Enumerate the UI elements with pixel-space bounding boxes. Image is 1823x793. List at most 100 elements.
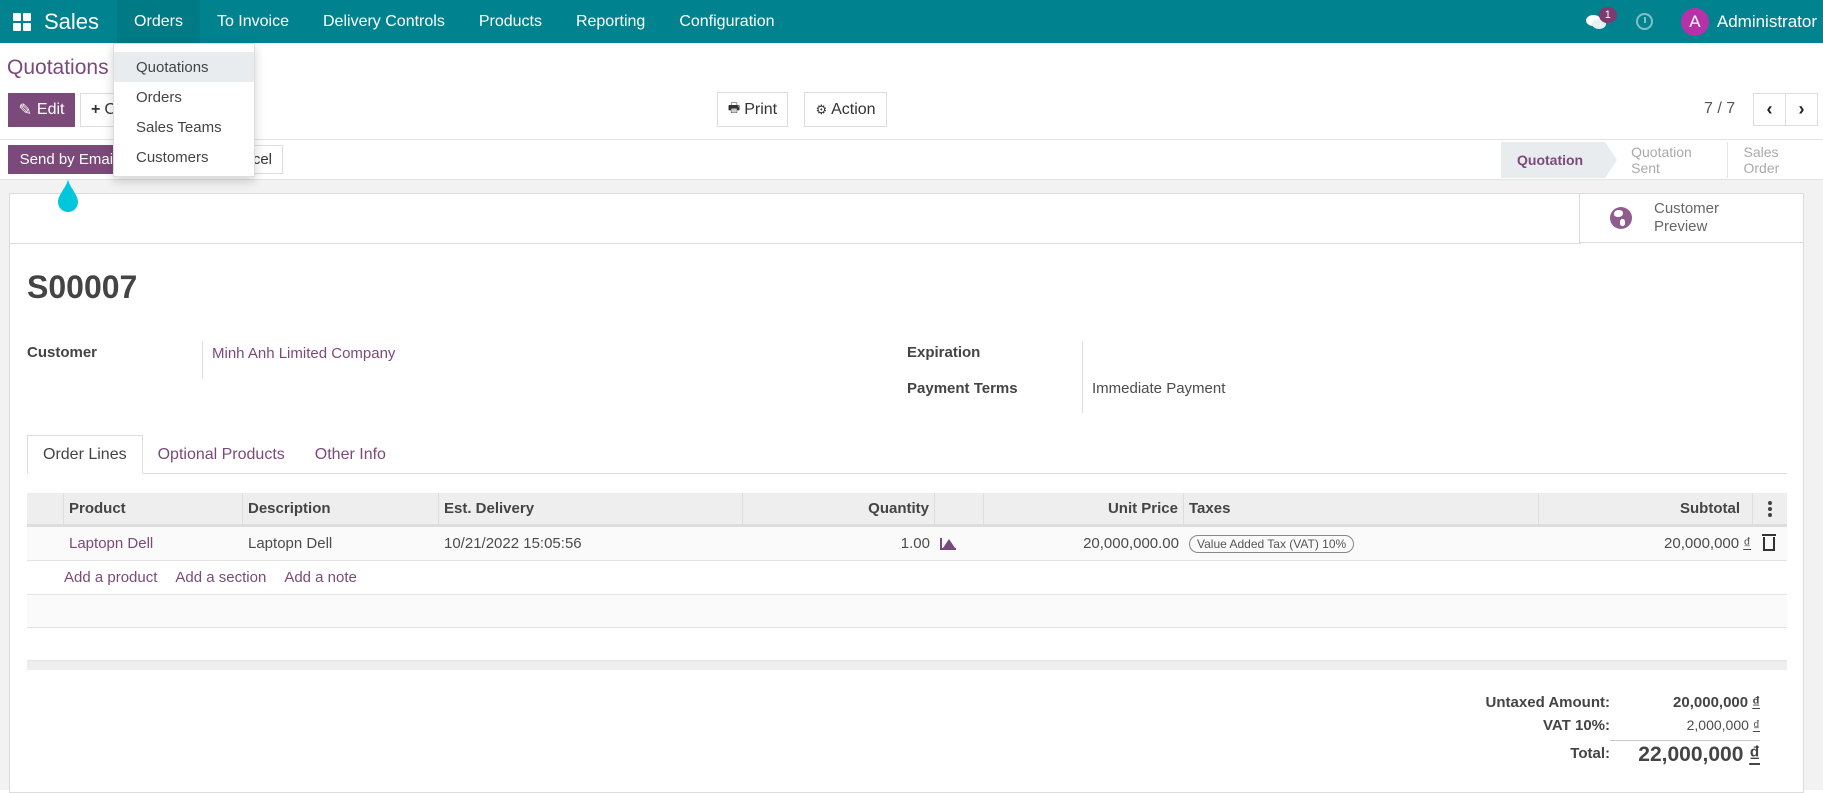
forecast-graph-icon[interactable] xyxy=(940,538,956,550)
menu-products[interactable]: Products xyxy=(462,0,559,43)
untaxed-amount-value: 20,000,000 xyxy=(1673,694,1748,711)
cell-subtotal: 20,000,000 xyxy=(1664,535,1739,552)
order-name: S00007 xyxy=(27,269,137,306)
tab-other-info[interactable]: Other Info xyxy=(300,435,401,474)
add-line-row: Add a product Add a section Add a note xyxy=(27,561,1787,595)
table-header: Product Description Est. Delivery Quanti… xyxy=(27,493,1787,527)
tax-tag[interactable]: Value Added Tax (VAT) 10% xyxy=(1189,535,1354,553)
menu-to-invoice[interactable]: To Invoice xyxy=(200,0,306,43)
vat-value: 2,000,000 xyxy=(1687,717,1749,733)
vat-label: VAT 10%: xyxy=(1410,717,1610,734)
printer-icon: 🖶 xyxy=(728,99,740,121)
menu-delivery-controls[interactable]: Delivery Controls xyxy=(306,0,462,43)
chevron-right-icon: › xyxy=(1799,99,1805,120)
currency-symbol: ₫ xyxy=(1743,535,1751,552)
dropdown-item-customers[interactable]: Customers xyxy=(114,142,254,172)
untaxed-amount-label: Untaxed Amount: xyxy=(1410,694,1610,711)
divider xyxy=(10,243,1581,244)
total-label: Total: xyxy=(1410,745,1610,762)
cell-unit-price[interactable]: 20,000,000.00 xyxy=(984,527,1184,561)
status-bar: Quotation Quotation Sent Sales Order xyxy=(1501,142,1823,178)
column-unit-price[interactable]: Unit Price xyxy=(984,493,1184,524)
dropdown-item-quotations[interactable]: Quotations xyxy=(114,52,254,82)
form-sheet: Customer Preview S00007 Customer Minh An… xyxy=(9,193,1804,793)
pencil-icon: ✎ xyxy=(19,100,32,120)
trash-icon[interactable] xyxy=(1763,537,1775,551)
plus-icon: + xyxy=(91,101,100,119)
cell-product[interactable]: Laptopn Dell xyxy=(64,527,243,561)
edit-label: Edit xyxy=(37,101,65,119)
cell-est-delivery[interactable]: 10/21/2022 15:05:56 xyxy=(439,527,743,561)
tab-optional-products[interactable]: Optional Products xyxy=(143,435,300,474)
tour-tip-droplet-icon[interactable] xyxy=(56,178,80,214)
expiration-value[interactable] xyxy=(1092,344,1292,362)
app-name: Sales xyxy=(44,9,99,35)
chat-badge: 1 xyxy=(1599,7,1617,23)
stage-quotation[interactable]: Quotation xyxy=(1501,142,1605,178)
order-lines-table: Product Description Est. Delivery Quanti… xyxy=(27,493,1787,670)
pager-next-button[interactable]: › xyxy=(1785,93,1818,126)
orders-dropdown-menu: Quotations Orders Sales Teams Customers xyxy=(113,43,255,177)
payment-terms-label: Payment Terms xyxy=(907,380,1018,397)
stage-sales-order[interactable]: Sales Order xyxy=(1727,142,1823,178)
currency-symbol: ₫ xyxy=(1749,743,1760,766)
top-navbar: Sales Orders To Invoice Delivery Control… xyxy=(0,0,1823,43)
column-description[interactable]: Description xyxy=(243,493,439,524)
divider xyxy=(0,139,1823,140)
add-section-link[interactable]: Add a section xyxy=(175,569,266,586)
dropdown-item-orders[interactable]: Orders xyxy=(114,82,254,112)
user-name[interactable]: Administrator xyxy=(1717,12,1817,32)
divider xyxy=(1082,341,1083,413)
print-button[interactable]: 🖶Print xyxy=(717,92,788,127)
print-label: Print xyxy=(744,101,777,119)
notebook-tabs: Order Lines Optional Products Other Info xyxy=(27,435,1787,474)
menu-configuration[interactable]: Configuration xyxy=(662,0,791,43)
column-est-delivery[interactable]: Est. Delivery xyxy=(439,493,743,524)
add-product-link[interactable]: Add a product xyxy=(64,569,157,586)
divider xyxy=(202,341,203,379)
action-button[interactable]: ⚙Action xyxy=(804,92,887,127)
edit-button[interactable]: ✎ Edit xyxy=(8,93,75,127)
pager-previous-button[interactable]: ‹ xyxy=(1753,93,1786,126)
currency-symbol: ₫ xyxy=(1752,694,1760,711)
total-value: 22,000,000 xyxy=(1638,743,1743,766)
menu-orders[interactable]: Orders xyxy=(117,0,200,43)
gear-icon: ⚙ xyxy=(815,102,827,118)
table-footer xyxy=(27,661,1787,670)
breadcrumb[interactable]: Quotations / xyxy=(7,56,120,80)
stage-quotation-sent[interactable]: Quotation Sent xyxy=(1605,142,1726,178)
chat-icon[interactable]: 1 xyxy=(1586,13,1608,31)
tab-order-lines[interactable]: Order Lines xyxy=(27,435,143,474)
add-note-link[interactable]: Add a note xyxy=(284,569,357,586)
empty-row xyxy=(27,595,1787,628)
column-forecast xyxy=(935,493,984,524)
column-product[interactable]: Product xyxy=(64,493,243,524)
kebab-icon xyxy=(1768,501,1772,517)
order-totals: Untaxed Amount: 20,000,000 ₫ VAT 10%: 2,… xyxy=(1380,694,1760,773)
column-subtotal[interactable]: Subtotal xyxy=(1539,493,1753,524)
apps-menu-button[interactable] xyxy=(0,0,44,43)
pager-value[interactable]: 7 / 7 xyxy=(1704,100,1735,118)
column-taxes[interactable]: Taxes xyxy=(1184,493,1539,524)
expiration-label: Expiration xyxy=(907,344,980,361)
menu-reporting[interactable]: Reporting xyxy=(559,0,662,43)
cell-description[interactable]: Laptopn Dell xyxy=(243,527,439,561)
send-by-email-button[interactable]: Send by Email xyxy=(8,145,128,174)
customer-preview-button[interactable]: Customer Preview xyxy=(1579,194,1803,243)
table-row[interactable]: Laptopn Dell Laptopn Dell 10/21/2022 15:… xyxy=(27,527,1787,561)
avatar[interactable]: A xyxy=(1681,8,1709,36)
handle-column xyxy=(27,493,64,524)
apps-grid-icon xyxy=(13,13,31,31)
customer-preview-label-line1: Customer xyxy=(1654,200,1719,218)
column-quantity[interactable]: Quantity xyxy=(743,493,935,524)
dropdown-item-sales-teams[interactable]: Sales Teams xyxy=(114,112,254,142)
payment-terms-value[interactable]: Immediate Payment xyxy=(1092,380,1225,397)
action-label: Action xyxy=(831,101,875,119)
cell-quantity[interactable]: 1.00 xyxy=(743,527,935,561)
customer-label: Customer xyxy=(27,344,97,361)
empty-row xyxy=(27,628,1787,661)
chevron-left-icon: ‹ xyxy=(1767,99,1773,120)
optional-columns-button[interactable] xyxy=(1753,493,1787,524)
activity-clock-icon[interactable] xyxy=(1636,13,1653,30)
customer-value[interactable]: Minh Anh Limited Company xyxy=(212,345,395,362)
